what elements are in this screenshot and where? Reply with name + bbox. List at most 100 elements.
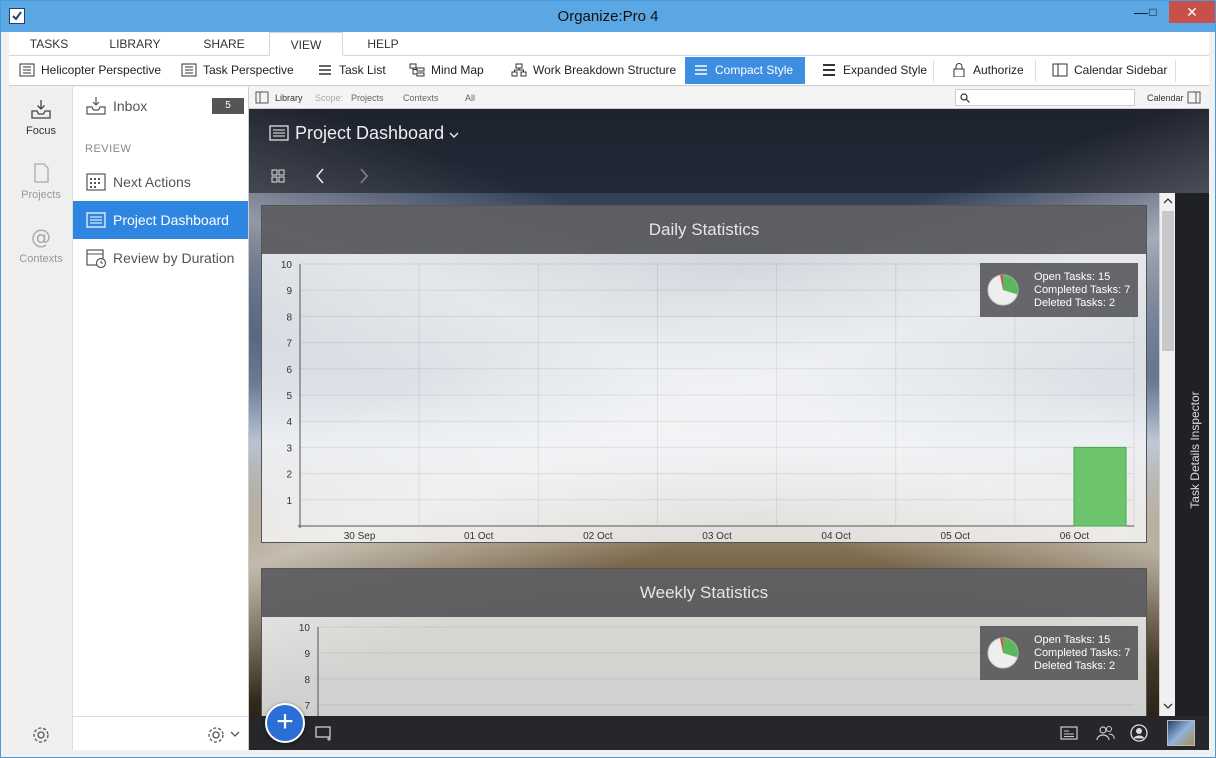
people-icon[interactable] <box>1095 724 1115 742</box>
y-tick-label: 5 <box>286 391 292 402</box>
inspector-label: Task Details Inspector <box>1188 391 1202 509</box>
deleted-tasks-stat: Deleted Tasks: 2 <box>1034 297 1116 309</box>
rail-item-projects[interactable]: Projects <box>9 161 73 201</box>
chevron-down-icon <box>449 132 459 138</box>
screen-add-icon[interactable] <box>315 726 333 742</box>
scope-projects[interactable]: Projects <box>351 93 384 103</box>
grid-view-icon[interactable] <box>271 169 285 183</box>
expanded-list-icon <box>823 64 835 76</box>
title-bar: Organize:Pro 4 — □ ✕ <box>1 1 1215 32</box>
y-tick-label: 10 <box>281 260 293 271</box>
compact-style-button[interactable]: Compact Style <box>685 57 805 84</box>
y-tick-label: 10 <box>299 623 311 634</box>
sidebar-footer <box>73 716 248 750</box>
hierarchy-icon <box>511 63 527 77</box>
dashboard-header: Project Dashboard <box>249 109 1209 193</box>
tab-help[interactable]: HELP <box>355 32 411 56</box>
main-content: Library Scope: Projects Contexts All Cal… <box>249 87 1209 750</box>
account-icon[interactable] <box>1129 724 1149 742</box>
bar <box>1073 446 1127 527</box>
scope-all[interactable]: All <box>465 93 475 103</box>
compact-list-icon <box>695 65 707 75</box>
task-list-button[interactable]: Task List <box>309 57 386 84</box>
settings-gear-icon[interactable] <box>31 725 51 745</box>
tab-library[interactable]: LIBRARY <box>99 32 171 56</box>
add-task-button[interactable]: + <box>265 703 305 743</box>
task-pie-chart <box>987 274 1019 306</box>
inbox-tray-icon <box>31 100 51 119</box>
y-tick-label: 7 <box>304 701 310 712</box>
maximize-button[interactable]: □ <box>1138 1 1168 23</box>
scrollbar-thumb[interactable] <box>1162 211 1174 351</box>
bottom-bar <box>249 716 1209 750</box>
expanded-style-button[interactable]: Expanded Style <box>813 57 927 84</box>
previous-arrow-icon[interactable] <box>315 168 325 184</box>
sidebar-item-label: Inbox <box>113 98 148 114</box>
y-tick-label: 8 <box>304 675 310 686</box>
y-tick-label: 9 <box>304 649 310 660</box>
sidebar-item-label: Project Dashboard <box>113 212 229 228</box>
completed-tasks-stat: Completed Tasks: 7 <box>1034 647 1131 659</box>
task-details-inspector[interactable]: Task Details Inspector <box>1175 193 1209 716</box>
tab-share[interactable]: SHARE <box>191 32 257 56</box>
scroll-down-icon[interactable] <box>1163 702 1173 710</box>
mind-map-button[interactable]: Mind Map <box>401 57 484 84</box>
section-header-review: REVIEW <box>85 143 132 155</box>
calendar-toggle[interactable]: Calendar <box>1147 93 1184 103</box>
mind-map-icon <box>409 63 425 77</box>
toolbar-divider <box>1175 60 1176 82</box>
toolbar-label: Helicopter Perspective <box>41 63 162 77</box>
chevron-down-icon[interactable] <box>230 730 240 738</box>
rail-item-focus[interactable]: Focus <box>9 97 73 137</box>
scope-label: Scope: <box>315 93 344 103</box>
sidebar-item-next-actions[interactable]: Next Actions <box>73 163 248 201</box>
library-panel-icon[interactable] <box>255 91 269 104</box>
avatar[interactable] <box>1167 720 1195 746</box>
task-perspective-button[interactable]: Task Perspective <box>173 57 294 84</box>
authorize-button[interactable]: Authorize <box>943 57 1024 84</box>
rail-label: Focus <box>26 125 56 137</box>
sidebar-panel-icon <box>1052 63 1068 77</box>
tab-view[interactable]: VIEW <box>269 32 343 56</box>
close-button[interactable]: ✕ <box>1169 1 1215 23</box>
daily-statistics-panel: Daily Statistics 1 2 3 4 5 6 7 8 9 10 30 Sep 01 Oct… <box>261 205 1147 543</box>
inbox-count-badge: 5 <box>212 98 244 114</box>
page-title[interactable]: Project Dashboard <box>295 123 459 144</box>
x-tick-label: 05 Oct <box>941 531 971 542</box>
x-tick-label: 04 Oct <box>821 531 851 542</box>
calendar-sidebar-button[interactable]: Calendar Sidebar <box>1044 57 1167 84</box>
scope-contexts[interactable]: Contexts <box>403 93 439 103</box>
dashboard-icon <box>269 125 289 141</box>
sidebar-item-project-dashboard[interactable]: Project Dashboard <box>73 201 248 239</box>
panel-title: Daily Statistics <box>262 206 1146 254</box>
gear-icon[interactable] <box>206 725 226 745</box>
scope-bar: Library Scope: Projects Contexts All Cal… <box>249 87 1209 109</box>
ribbon-tabs: TASKS LIBRARY SHARE VIEW HELP <box>9 32 1209 56</box>
stats-summary-box: Open Tasks: 15 Completed Tasks: 7 Delete… <box>980 263 1138 317</box>
perspective-icon <box>19 63 35 77</box>
next-arrow-icon[interactable] <box>359 168 369 184</box>
at-sign-icon: @ <box>31 225 51 249</box>
toolbar-divider <box>1035 60 1036 82</box>
search-input[interactable] <box>955 89 1135 106</box>
sidebar-item-inbox[interactable]: Inbox 5 <box>73 87 248 125</box>
toolbar-label: Task List <box>339 63 386 77</box>
vertical-scrollbar[interactable] <box>1159 193 1175 716</box>
lock-icon <box>953 63 965 77</box>
scroll-up-icon[interactable] <box>1163 197 1173 205</box>
sidebar-item-review-by-duration[interactable]: Review by Duration <box>73 239 248 277</box>
y-tick-label: 9 <box>286 286 292 297</box>
open-tasks-stat: Open Tasks: 15 <box>1034 634 1111 646</box>
library-toggle[interactable]: Library <box>275 93 303 103</box>
focus-rail: Focus Projects @ Contexts <box>9 87 73 750</box>
calendar-panel-icon[interactable] <box>1187 91 1201 104</box>
view-toolbar: Helicopter Perspective Task Perspective … <box>9 56 1209 86</box>
svg-text:@: @ <box>31 225 51 249</box>
news-icon[interactable] <box>1059 724 1079 742</box>
toolbar-label: Task Perspective <box>203 63 294 77</box>
toolbar-label: Expanded Style <box>843 63 928 77</box>
tab-tasks[interactable]: TASKS <box>17 32 81 56</box>
work-breakdown-structure-button[interactable]: Work Breakdown Structure <box>503 57 676 84</box>
helicopter-perspective-button[interactable]: Helicopter Perspective <box>11 57 161 84</box>
rail-item-contexts[interactable]: @ Contexts <box>9 225 73 265</box>
